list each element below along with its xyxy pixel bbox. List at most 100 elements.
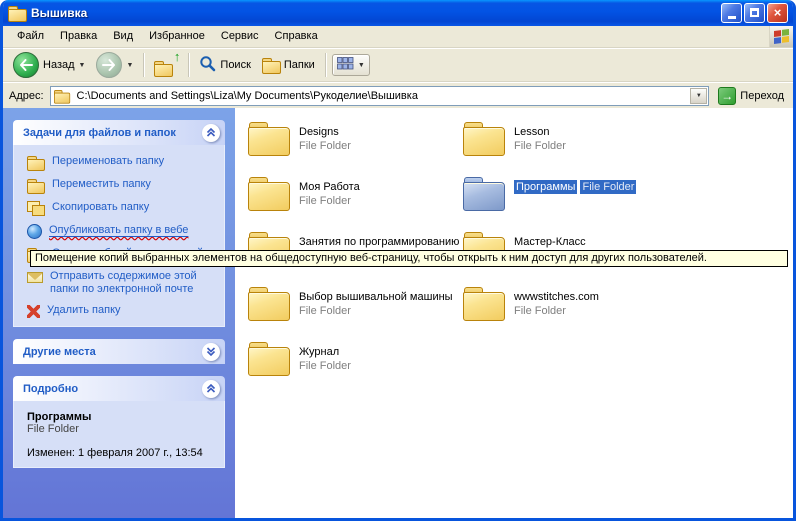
folders-button[interactable]: Папки — [258, 56, 319, 74]
file-name: Журнал — [299, 345, 351, 359]
close-button[interactable]: × — [767, 3, 788, 23]
standard-toolbar: Назад ▼ ▼ ↑ Поиск Папки — [3, 48, 793, 82]
folders-icon — [262, 58, 280, 72]
task-copy-folder[interactable]: Скопировать папку — [27, 201, 218, 216]
views-button[interactable]: ▼ — [332, 54, 370, 76]
content-area: Задачи для файлов и папок Переименовать … — [3, 108, 793, 518]
delete-x-icon — [27, 305, 40, 318]
other-places-title: Другие места — [23, 346, 96, 358]
file-tile-vybor-mashiny[interactable]: Выбор вышивальной машины File Folder — [248, 287, 463, 342]
windows-logo — [769, 26, 793, 47]
up-button[interactable]: ↑ — [150, 53, 182, 77]
file-type: File Folder — [514, 304, 599, 318]
task-label: Отправить содержимое этой папки по элект… — [50, 270, 218, 296]
publish-web-icon — [27, 224, 42, 239]
details-title: Подробно — [23, 383, 78, 395]
minimize-icon — [728, 16, 736, 19]
explorer-window: Вышивка × Файл Правка Вид Избранное Серв… — [0, 0, 796, 521]
address-folder-icon — [54, 90, 69, 102]
address-bar: Адрес: C:\Documents and Settings\Liza\My… — [3, 82, 793, 108]
file-name: Занятия по программированию — [299, 235, 459, 249]
toolbar-separator — [143, 53, 144, 77]
file-name: Lesson — [514, 125, 566, 139]
windows-flag-icon — [774, 29, 789, 44]
menu-tools[interactable]: Сервис — [213, 26, 267, 47]
folder-icon — [248, 177, 290, 210]
search-label: Поиск — [220, 59, 250, 71]
back-dropdown-icon[interactable]: ▼ — [79, 62, 86, 69]
folders-label: Папки — [284, 59, 315, 71]
copy-folder-icon — [27, 201, 45, 216]
tooltip: Помещение копий выбранных элементов на о… — [30, 250, 788, 267]
task-rename-folder[interactable]: Переименовать папку — [27, 155, 218, 170]
file-tile-zhurnal[interactable]: Журнал File Folder — [248, 342, 463, 397]
maximize-button[interactable] — [744, 3, 765, 23]
task-delete-folder[interactable]: Удалить папку — [27, 304, 218, 318]
file-folder-tasks-header[interactable]: Задачи для файлов и папок — [13, 120, 225, 145]
file-name: wwwstitches.com — [514, 290, 599, 304]
address-dropdown-button[interactable]: ▼ — [690, 88, 707, 104]
menu-edit[interactable]: Правка — [52, 26, 105, 47]
file-tile-designs[interactable]: Designs File Folder — [248, 122, 463, 177]
details-item-modified: Изменен: 1 февраля 2007 г., 13:54 — [27, 447, 218, 459]
back-label: Назад — [43, 59, 75, 71]
details-item-type: File Folder — [27, 423, 218, 435]
file-folder-tasks-title: Задачи для файлов и папок — [23, 127, 176, 139]
section-file-folder-tasks: Задачи для файлов и папок Переименовать … — [13, 120, 225, 327]
go-label: Переход — [740, 90, 784, 102]
file-tile-programmy-selected[interactable]: Программы File Folder — [463, 177, 678, 232]
chevron-up-icon[interactable] — [202, 380, 220, 398]
section-other-places: Другие места — [13, 339, 225, 364]
chevron-up-icon[interactable] — [202, 124, 220, 142]
views-icon — [337, 57, 354, 73]
task-publish-folder-web[interactable]: Опубликовать папку в вебе — [27, 224, 218, 239]
folder-icon — [248, 342, 290, 375]
back-button[interactable]: Назад ▼ — [9, 50, 89, 80]
address-path: C:\Documents and Settings\Liza\My Docume… — [77, 90, 686, 102]
chevron-down-icon[interactable] — [202, 343, 220, 361]
window-title: Вышивка — [31, 6, 716, 20]
file-type: File Folder — [580, 180, 636, 194]
minimize-button[interactable] — [721, 3, 742, 23]
other-places-header[interactable]: Другие места — [13, 339, 225, 364]
menu-favorites[interactable]: Избранное — [141, 26, 213, 47]
folder-icon — [463, 122, 505, 155]
file-tile-wwwstitches[interactable]: wwwstitches.com File Folder — [463, 287, 678, 342]
up-folder-icon: ↑ — [154, 55, 178, 75]
title-bar: Вышивка × — [3, 0, 793, 26]
file-name: Выбор вышивальной машины — [299, 290, 453, 304]
menu-file[interactable]: Файл — [9, 26, 52, 47]
file-tile-moya-rabota[interactable]: Моя Работа File Folder — [248, 177, 463, 232]
folder-icon-selected — [463, 177, 505, 210]
task-pane-sidebar: Задачи для файлов и папок Переименовать … — [3, 108, 235, 518]
file-folder-tasks-body: Переименовать папку Переместить папку Ск… — [13, 145, 225, 327]
task-move-folder[interactable]: Переместить папку — [27, 178, 218, 193]
forward-icon — [96, 52, 122, 78]
file-name: Моя Работа — [299, 180, 360, 194]
close-icon: × — [774, 5, 782, 20]
email-icon — [27, 272, 43, 283]
task-email-folder[interactable]: Отправить содержимое этой папки по элект… — [27, 270, 218, 296]
file-name: Программы — [514, 180, 577, 194]
search-button[interactable]: Поиск — [195, 53, 254, 77]
menu-view[interactable]: Вид — [105, 26, 141, 47]
section-details: Подробно Программы File Folder Изменен: … — [13, 376, 225, 468]
toolbar-separator — [188, 53, 189, 77]
address-label: Адрес: — [9, 90, 44, 102]
file-type: File Folder — [514, 139, 566, 153]
forward-button[interactable]: ▼ — [92, 50, 137, 80]
task-label: Удалить папку — [47, 304, 121, 317]
file-name: Мастер-Класс — [514, 235, 586, 249]
file-type: File Folder — [299, 359, 351, 373]
address-input[interactable]: C:\Documents and Settings\Liza\My Docume… — [50, 86, 710, 106]
go-button[interactable]: → Переход — [715, 87, 787, 105]
window-folder-icon — [8, 6, 26, 20]
details-header[interactable]: Подробно — [13, 376, 225, 401]
menu-help[interactable]: Справка — [267, 26, 326, 47]
file-tile-lesson[interactable]: Lesson File Folder — [463, 122, 678, 177]
task-label: Опубликовать папку в вебе — [49, 224, 188, 236]
file-type: File Folder — [299, 194, 360, 208]
file-type: File Folder — [299, 304, 453, 318]
menu-bar: Файл Правка Вид Избранное Сервис Справка — [3, 26, 793, 48]
forward-dropdown-icon: ▼ — [126, 62, 133, 69]
